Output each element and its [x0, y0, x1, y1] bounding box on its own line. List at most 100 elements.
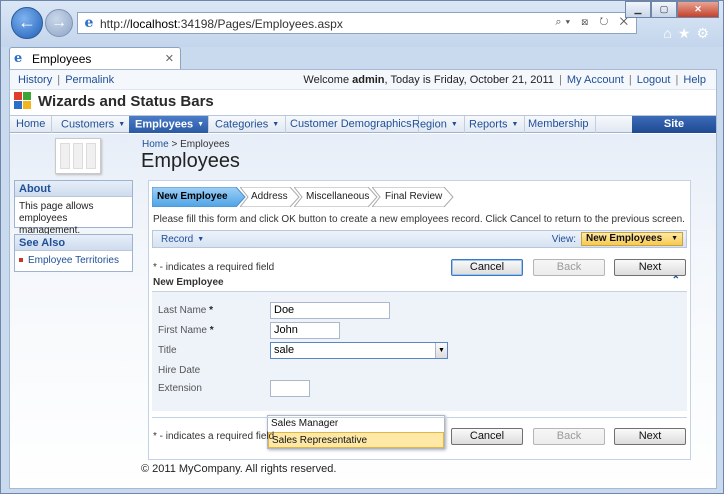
employee-territories-link[interactable]: Employee Territories	[28, 255, 119, 266]
menu-item-reports[interactable]: Reports ▼	[463, 116, 526, 133]
record-menu[interactable]: Record ▼	[161, 234, 204, 245]
help-link[interactable]: Help	[683, 74, 706, 86]
label-text: First Name	[158, 325, 207, 336]
window-controls: ▁ ▢ ✕	[625, 1, 719, 19]
top-links-bar: History | Permalink Welcome admin, Today…	[10, 70, 716, 90]
browser-toolbar: ← → e http://localhost:34198/Pages/Emplo…	[1, 1, 723, 47]
browser-tab[interactable]: e Employees ✕	[9, 47, 181, 69]
tab-close-icon[interactable]: ✕	[165, 52, 174, 65]
suggestion-item[interactable]: Sales Manager	[268, 416, 444, 432]
form-instructions: Please fill this form and click OK butto…	[153, 214, 685, 225]
about-title: About	[15, 181, 132, 197]
caret-down-icon: ▼	[197, 235, 205, 243]
url-host: localhost	[130, 17, 178, 31]
wizard-step-miscellaneous[interactable]: Miscellaneous	[306, 187, 369, 207]
breadcrumb-home[interactable]: Home	[142, 139, 169, 150]
gear-icon[interactable]: ⚙	[696, 25, 715, 41]
forward-button[interactable]: →	[45, 9, 73, 37]
hire-date-label: Hire Date	[158, 365, 201, 376]
address-tools[interactable]: ⌕▾ ⊠ ↻ ✕	[555, 16, 632, 29]
about-box: About This page allows employees managem…	[14, 180, 133, 236]
page-grid-icon	[55, 138, 101, 174]
collapse-icon[interactable]: ⌃	[672, 275, 680, 286]
menu-label: Employees	[135, 118, 194, 131]
extension-input[interactable]	[270, 380, 310, 397]
main-menu: Home Customers ▼ Employees ▼ Categories ▼ C…	[10, 115, 716, 147]
tab-title: Employees	[32, 52, 92, 66]
title-input[interactable]: sale ▼	[270, 342, 448, 359]
favorites-icon[interactable]: ★	[678, 25, 697, 41]
view-selector[interactable]: New Employees ▼	[581, 232, 683, 246]
menu-item-customer-demographics[interactable]: Customer Demographics	[284, 116, 419, 133]
url-prefix: http://	[100, 17, 131, 31]
menu-item-customers[interactable]: Customers ▼	[55, 116, 133, 133]
address-url: http://localhost:34198/Pages/Employees.a…	[100, 17, 343, 31]
last-name-label: Last Name *	[158, 305, 213, 316]
home-icon[interactable]: ⌂	[663, 25, 677, 41]
site-actions-button[interactable]: Site Actions▼	[632, 116, 716, 147]
breadcrumb-current: Employees	[180, 139, 230, 150]
extension-label: Extension	[158, 383, 202, 394]
ie-icon: e	[84, 15, 94, 31]
minimize-button[interactable]: ▁	[625, 1, 651, 18]
menu-label: Region	[412, 118, 447, 131]
caret-down-icon: ▼	[272, 121, 280, 128]
title-input-value: sale	[274, 344, 295, 356]
menu-label: Home	[16, 118, 46, 130]
next-button-bottom[interactable]: Next	[614, 428, 686, 445]
form-divider	[152, 417, 687, 418]
menu-item-home[interactable]: Home	[10, 116, 53, 133]
maximize-button[interactable]: ▢	[651, 1, 677, 18]
suggestion-item-selected[interactable]: Sales Representative	[268, 432, 444, 448]
wizard-step-new-employee[interactable]: New Employee	[157, 187, 228, 207]
see-also-box: See Also Employee Territories	[14, 234, 133, 272]
menu-item-categories[interactable]: Categories ▼	[209, 116, 287, 133]
dropdown-arrow-icon[interactable]: ▼	[435, 343, 447, 358]
menu-item-employees[interactable]: Employees ▼	[129, 116, 209, 133]
menu-label: Membership	[528, 118, 589, 130]
menu-label: Customer Demographics	[290, 118, 412, 130]
url-path: :34198/Pages/Employees.aspx	[177, 17, 343, 31]
cancel-button-bottom[interactable]: Cancel	[451, 428, 523, 445]
cancel-button[interactable]: Cancel	[451, 259, 523, 276]
separator: |	[628, 74, 632, 86]
close-window-button[interactable]: ✕	[677, 1, 719, 18]
required-star: *	[209, 305, 214, 316]
breadcrumb: Home > Employees	[142, 139, 230, 150]
see-also-title: See Also	[15, 235, 132, 251]
page-title: Employees	[141, 150, 240, 172]
user-name: admin	[352, 74, 385, 86]
view-label: View:	[551, 234, 576, 245]
caret-down-icon: ▼	[118, 121, 126, 128]
back-button-bottom[interactable]: Back	[533, 428, 605, 445]
separator: |	[57, 74, 61, 86]
first-name-input[interactable]: John	[270, 322, 340, 339]
history-link[interactable]: History	[18, 74, 52, 86]
app-header: Wizards and Status Bars	[14, 92, 214, 114]
action-bar: Record ▼ View: New Employees ▼	[152, 230, 687, 248]
next-button[interactable]: Next	[614, 259, 686, 276]
page-footer: © 2011 MyCompany. All rights reserved.	[141, 463, 337, 475]
separator: |	[675, 74, 679, 86]
browser-icons: ⌂★⚙	[663, 25, 715, 42]
view-value: New Employees	[586, 233, 663, 244]
menu-item-region[interactable]: Region ▼	[406, 116, 465, 133]
menu-label: Categories	[215, 118, 269, 131]
caret-down-icon: ▼	[197, 121, 205, 128]
required-star: *	[209, 325, 214, 336]
menu-item-membership[interactable]: Membership	[522, 116, 596, 133]
wizard-step-address[interactable]: Address	[251, 187, 288, 207]
separator: |	[558, 74, 562, 86]
my-account-link[interactable]: My Account	[567, 74, 624, 86]
address-bar[interactable]: e http://localhost:34198/Pages/Employees…	[77, 12, 637, 34]
first-name-label: First Name *	[158, 325, 214, 336]
title-label: Title	[158, 345, 177, 356]
logout-link[interactable]: Logout	[637, 74, 671, 86]
form-panel: New Employee Address Miscellaneous Final…	[148, 180, 691, 460]
wizard-step-final-review[interactable]: Final Review	[385, 187, 442, 207]
last-name-input[interactable]: Doe	[270, 302, 390, 319]
permalink-link[interactable]: Permalink	[65, 74, 114, 86]
browser-window: ← → e http://localhost:34198/Pages/Emplo…	[0, 0, 724, 494]
back-button[interactable]: ←	[11, 7, 43, 39]
back-button[interactable]: Back	[533, 259, 605, 276]
